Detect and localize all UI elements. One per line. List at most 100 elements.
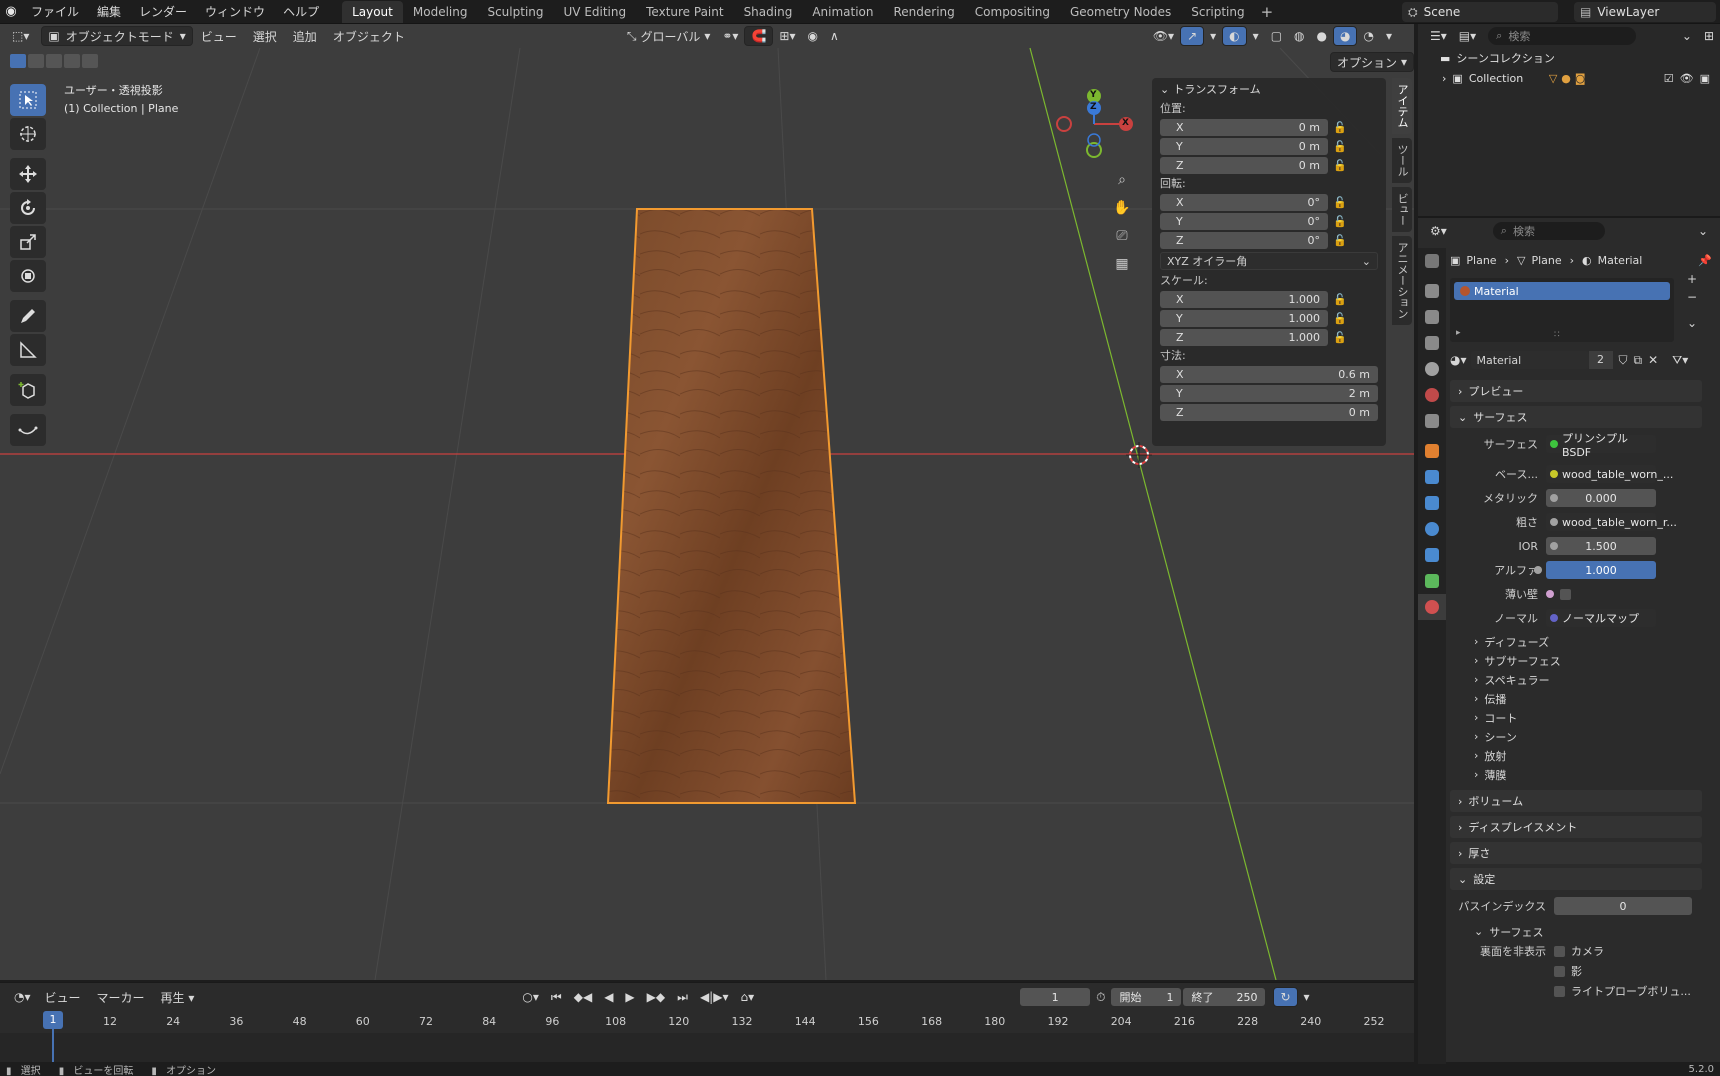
- mode-selector[interactable]: ▣ オブジェクトモード ▾: [41, 26, 193, 46]
- visibility-icon[interactable]: 👁▾: [1147, 26, 1180, 46]
- chevron-down-icon[interactable]: ⌄: [1682, 316, 1702, 334]
- chevron-down-icon[interactable]: ▾: [1298, 987, 1316, 1007]
- material-browse-icon[interactable]: ◕▾: [1450, 353, 1467, 367]
- select-new-icon[interactable]: [10, 54, 26, 68]
- tab-texture-paint[interactable]: Texture Paint: [636, 1, 733, 23]
- settings-surface-subpanel[interactable]: ⌄ サーフェス: [1450, 922, 1720, 941]
- view-layer-selector[interactable]: ▤ ViewLayer: [1574, 2, 1716, 22]
- tab-animation-side[interactable]: アニメーション: [1392, 236, 1412, 325]
- render-camera-icon[interactable]: ▣: [1700, 72, 1710, 85]
- transform-panel-header[interactable]: ⌄ トランスフォーム: [1152, 78, 1386, 100]
- view-layer-tab-icon[interactable]: [1418, 330, 1446, 356]
- scale-y-field[interactable]: Y 1.000: [1160, 310, 1328, 327]
- menu-help[interactable]: ヘルプ: [274, 0, 328, 24]
- overlay-toggle-icon[interactable]: ◐: [1222, 26, 1247, 46]
- duplicate-icon[interactable]: ⧉: [1634, 353, 1643, 368]
- collection-row[interactable]: › ▣ Collection ▽ ● ◙ ☑ 👁 ▣: [1418, 68, 1720, 88]
- subpanel-diffuse[interactable]: › ディフューズ: [1450, 632, 1720, 651]
- node-link-icon[interactable]: ⛛▾: [1672, 353, 1688, 368]
- dimension-z-field[interactable]: Z 0 m: [1160, 404, 1378, 421]
- tab-shading[interactable]: Shading: [734, 1, 803, 23]
- dimension-y-field[interactable]: Y 2 m: [1160, 385, 1378, 402]
- rotate-tool[interactable]: [10, 192, 46, 224]
- outliner-editor-icon[interactable]: ☰▾: [1424, 26, 1453, 46]
- ortho-grid-icon[interactable]: ▦: [1110, 252, 1134, 276]
- curve-tool[interactable]: [10, 414, 46, 446]
- chevron-down-icon[interactable]: ⌄: [1692, 221, 1714, 241]
- proportional-edit-icon[interactable]: ◉: [801, 26, 823, 46]
- volume-panel-header[interactable]: › ボリューム: [1450, 790, 1702, 812]
- subpanel-sheen[interactable]: › シーン: [1450, 727, 1720, 746]
- location-y-field[interactable]: Y 0 m: [1160, 138, 1328, 155]
- start-frame-field[interactable]: 開始 1: [1111, 988, 1182, 1006]
- modifier-tab-icon[interactable]: [1418, 464, 1446, 490]
- output-tab-icon[interactable]: [1418, 304, 1446, 330]
- scale-x-field[interactable]: X 1.000: [1160, 291, 1328, 308]
- pass-index-field[interactable]: 0: [1554, 897, 1692, 915]
- subpanel-transmission[interactable]: › 伝播: [1450, 689, 1720, 708]
- filter-icon[interactable]: ⌄: [1676, 26, 1698, 46]
- menu-file[interactable]: ファイル: [22, 0, 88, 24]
- transform-tool[interactable]: [10, 260, 46, 292]
- scene-selector[interactable]: ⛭ Scene: [1402, 2, 1558, 22]
- jump-end-icon[interactable]: ⏭: [671, 987, 694, 1007]
- select-invert-icon[interactable]: [64, 54, 80, 68]
- eye-icon[interactable]: 👁: [1680, 72, 1694, 85]
- tab-layout[interactable]: Layout: [342, 0, 403, 23]
- shadow-checkbox[interactable]: [1554, 965, 1565, 977]
- tool-tab-icon[interactable]: [1418, 248, 1446, 274]
- playhead-frame-marker[interactable]: 1: [43, 1011, 63, 1029]
- viewport-menu-object[interactable]: オブジェクト: [325, 28, 413, 45]
- viewport-options-button[interactable]: オプション ▾: [1330, 52, 1415, 72]
- play-reverse-icon[interactable]: ◀: [598, 987, 619, 1007]
- material-preview-icon[interactable]: ◕: [1333, 26, 1358, 46]
- thickness-panel-header[interactable]: › 厚さ: [1450, 842, 1702, 864]
- tab-geometry-nodes[interactable]: Geometry Nodes: [1060, 1, 1181, 23]
- tab-rendering[interactable]: Rendering: [884, 1, 965, 23]
- timeline-tracks[interactable]: [0, 1033, 1414, 1063]
- prev-keyframe-icon[interactable]: ◆◀: [568, 987, 598, 1007]
- users-count[interactable]: 2: [1588, 351, 1613, 369]
- timer-icon[interactable]: ⏱: [1090, 987, 1111, 1007]
- timeline-ruler[interactable]: 12 24 36 48 60 72 84 96 108 120 132 144 156 168 180 192…: [0, 1013, 1414, 1033]
- falloff-icon[interactable]: ∧: [824, 26, 845, 46]
- xray-toggle-icon[interactable]: ▢: [1265, 26, 1288, 46]
- select-box-tool[interactable]: [10, 84, 46, 116]
- gizmo-toggle-icon[interactable]: ↗: [1180, 26, 1205, 46]
- lock-icon[interactable]: 🔓: [1328, 196, 1352, 209]
- jump-start-icon[interactable]: ⏮: [545, 987, 568, 1007]
- normal-field[interactable]: ノーマルマップ: [1546, 609, 1656, 627]
- add-cube-tool[interactable]: [10, 374, 46, 406]
- display-mode-icon[interactable]: ▤▾: [1453, 26, 1482, 46]
- lock-icon[interactable]: 🔓: [1328, 159, 1352, 172]
- world-tab-icon[interactable]: [1418, 382, 1446, 408]
- rotation-z-field[interactable]: Z 0°: [1160, 232, 1328, 249]
- subpanel-coat[interactable]: › コート: [1450, 708, 1720, 727]
- material-slot-list[interactable]: Material ▸ ∷: [1450, 278, 1674, 342]
- timeline-menu-playback[interactable]: 再生 ▾: [153, 989, 203, 1006]
- material-name-field[interactable]: Material: [1470, 351, 1589, 369]
- checkbox-icon[interactable]: ☑: [1664, 72, 1674, 85]
- scene-tab-icon[interactable]: [1418, 356, 1446, 382]
- remove-slot-icon[interactable]: −: [1682, 290, 1702, 308]
- menu-edit[interactable]: 編集: [88, 0, 130, 24]
- pan-hand-icon[interactable]: ✋: [1110, 196, 1134, 220]
- properties-editor-icon[interactable]: ⚙▾: [1424, 221, 1453, 241]
- record-icon[interactable]: ○▾: [516, 987, 545, 1007]
- annotate-tool[interactable]: [10, 300, 46, 332]
- chevron-down-icon[interactable]: ▾: [1204, 26, 1222, 46]
- scale-tool[interactable]: [10, 226, 46, 258]
- tab-sculpting[interactable]: Sculpting: [477, 1, 553, 23]
- subpanel-thin-film[interactable]: › 薄膜: [1450, 765, 1720, 784]
- object-tab-icon[interactable]: [1418, 438, 1446, 464]
- location-x-field[interactable]: X 0 m: [1160, 119, 1328, 136]
- zoom-icon[interactable]: ⌕: [1110, 168, 1134, 192]
- sync-icon[interactable]: ↻: [1273, 987, 1298, 1007]
- properties-search-input[interactable]: ⌕ 検索: [1492, 222, 1605, 240]
- tab-animation[interactable]: Animation: [802, 1, 883, 23]
- move-tool[interactable]: [10, 158, 46, 190]
- expand-arrow-icon[interactable]: ▸: [1456, 328, 1461, 338]
- surface-panel-header[interactable]: ⌄ サーフェス: [1450, 406, 1702, 428]
- menu-render[interactable]: レンダー: [130, 0, 196, 24]
- snap-toggle-icon[interactable]: 🧲: [744, 26, 774, 46]
